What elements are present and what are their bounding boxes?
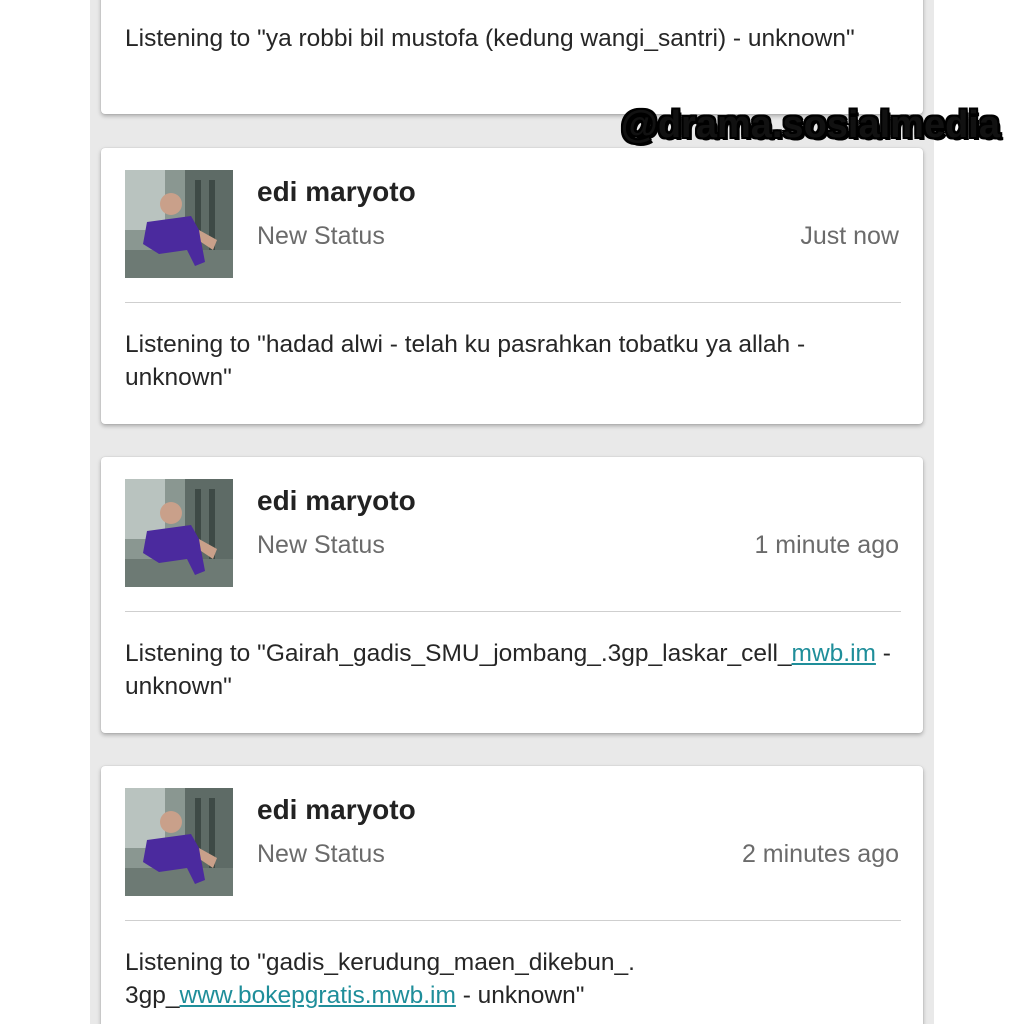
avatar[interactable]: [125, 170, 233, 278]
status-card[interactable]: edi maryoto New Status 2 minutes ago Lis…: [101, 766, 923, 1024]
screenshot-frame: Listening to "ya robbi bil mustofa (kedu…: [0, 0, 1024, 1024]
status-card[interactable]: edi maryoto New Status 1 minute ago List…: [101, 457, 923, 733]
status-text: Listening to "gadis_kerudung_maen_dikebu…: [125, 946, 899, 1012]
status-text: Listening to "ya robbi bil mustofa (kedu…: [125, 25, 855, 52]
post-type-label: New Status: [257, 531, 385, 559]
post-timestamp: 2 minutes ago: [741, 840, 899, 868]
author-name[interactable]: edi maryoto: [257, 485, 416, 517]
post-timestamp: 1 minute ago: [754, 531, 899, 559]
status-card[interactable]: edi maryoto New Status Just now Listenin…: [101, 148, 923, 424]
status-link[interactable]: mwb.im: [792, 640, 876, 667]
status-text-after: - unknown": [455, 982, 585, 1009]
divider: [125, 920, 901, 921]
status-text-before: Listening to "Gairah_gadis_SMU_jombang_.…: [125, 640, 792, 667]
divider: [125, 302, 901, 303]
avatar[interactable]: [125, 479, 233, 587]
author-name[interactable]: edi maryoto: [257, 176, 416, 208]
divider: [125, 611, 901, 612]
post-type-label: New Status: [257, 840, 385, 868]
status-card-top[interactable]: Listening to "ya robbi bil mustofa (kedu…: [101, 0, 923, 114]
status-text: Listening to "hadad alwi - telah ku pasr…: [125, 331, 806, 391]
watermark-text: @drama.sosialmedia: [620, 104, 1000, 146]
avatar[interactable]: [125, 788, 233, 896]
post-type-label: New Status: [257, 222, 385, 250]
status-link[interactable]: www.bokepgratis.mwb.im: [180, 982, 456, 1009]
post-timestamp: Just now: [800, 222, 899, 250]
author-name[interactable]: edi maryoto: [257, 794, 416, 826]
status-text: Listening to "Gairah_gadis_SMU_jombang_.…: [125, 637, 899, 703]
